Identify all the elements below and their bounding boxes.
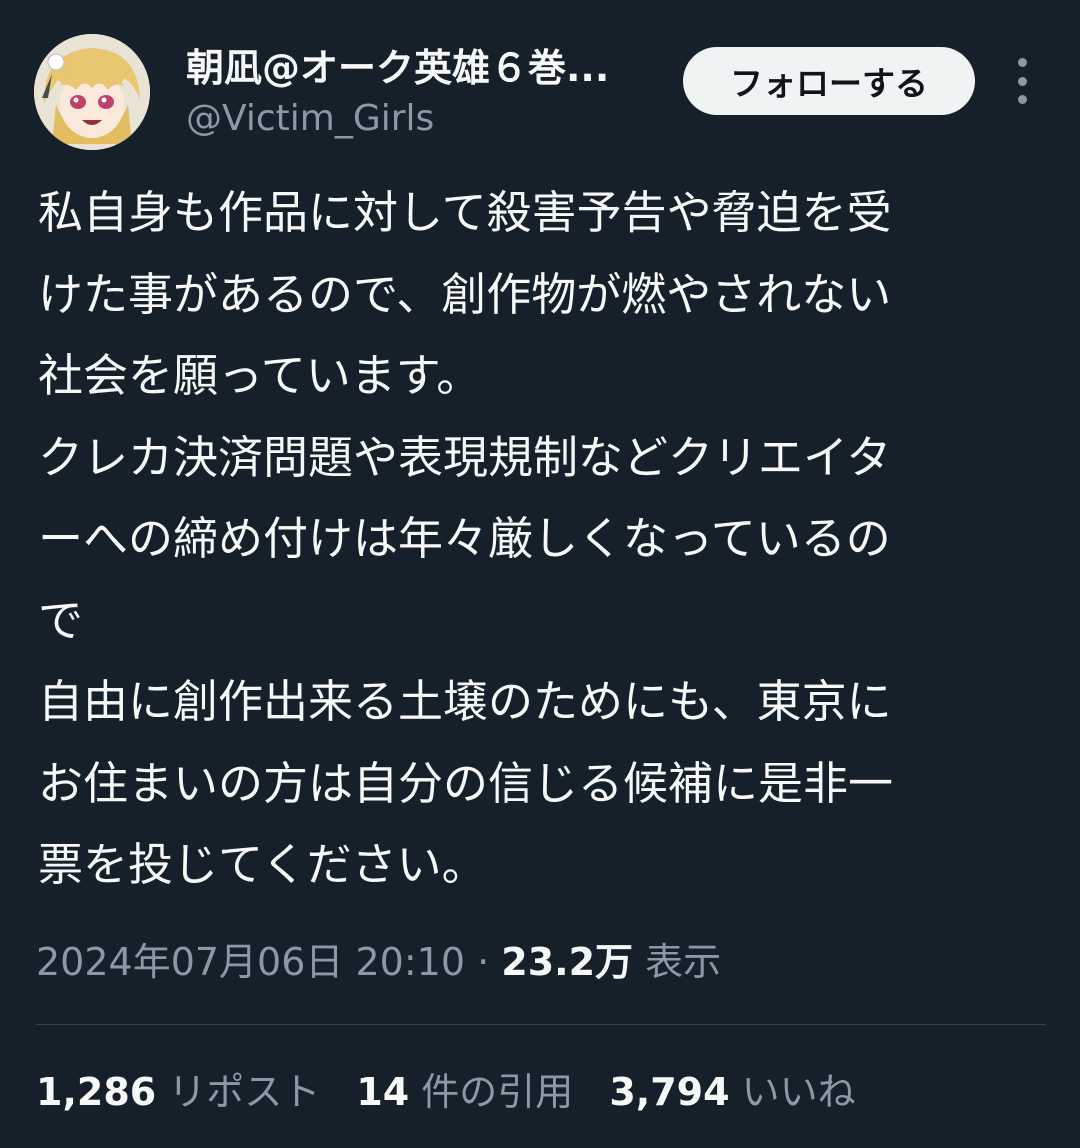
tweet-text-line: お住まいの方は自分の信じる候補に是非一 [38,756,894,810]
quotes-stat[interactable]: 14 件の引用 [356,1062,573,1122]
tweet-text-line: 票を投じてください。 [38,838,487,891]
meta-separator: · [465,940,502,984]
follow-button[interactable]: フォローする [683,47,975,115]
tweet-text-line: クレカ決済問題や表現規制などクリエイタ [38,430,892,484]
more-vertical-icon[interactable] [1002,58,1042,104]
reposts-label: リポスト [168,1070,321,1114]
user-handle[interactable]: @Victim_Girls [186,94,656,144]
tweet-text-line: けた事があるので、創作物が燃やされない [38,267,892,321]
timestamp[interactable]: 2024年07月06日 20:10 [36,940,465,984]
reposts-count: 1,286 [36,1070,157,1114]
likes-count: 3,794 [609,1070,730,1114]
tweet-detail: 朝凪@オーク英雄６巻... @Victim_Girls フォローする 私自身も作… [0,0,1080,1148]
views-count[interactable]: 23.2万 [501,940,633,984]
dot [1017,58,1027,67]
quotes-label: 件の引用 [421,1070,574,1114]
tweet-text-line: 社会を願っています。 [38,349,482,402]
reposts-stat[interactable]: 1,286 リポスト [36,1062,320,1122]
tweet-meta: 2024年07月06日 20:10 · 23.2万 表示 [36,932,721,992]
display-name[interactable]: 朝凪@オーク英雄６巻... [186,42,656,94]
engagement-stats: 1,286 リポスト 14 件の引用 3,794 いいね [36,1062,892,1122]
tweet-text-line: 自由に創作出来る土壌のためにも、東京に [38,675,892,728]
quotes-count: 14 [356,1070,410,1114]
views-label: 表示 [645,940,722,984]
avatar-illustration-icon [34,34,150,150]
divider [36,1024,1046,1025]
tweet-text-line: で [38,593,84,647]
tweet-text-line: 私自身も作品に対して殺害予告や脅迫を受 [38,186,892,239]
tweet-text-line: ーへの締め付けは年々厳しくなっているの [38,512,891,565]
avatar[interactable] [34,34,150,150]
tweet-text: 私自身も作品に対して殺害予告や脅迫を受 けた事があるので、創作物が燃やされない … [38,172,1048,906]
dot [1017,95,1027,104]
dot [1017,76,1027,86]
user-info[interactable]: 朝凪@オーク英雄６巻... @Victim_Girls [186,42,656,144]
likes-stat[interactable]: 3,794 いいね [609,1062,855,1122]
likes-label: いいね [741,1070,856,1114]
